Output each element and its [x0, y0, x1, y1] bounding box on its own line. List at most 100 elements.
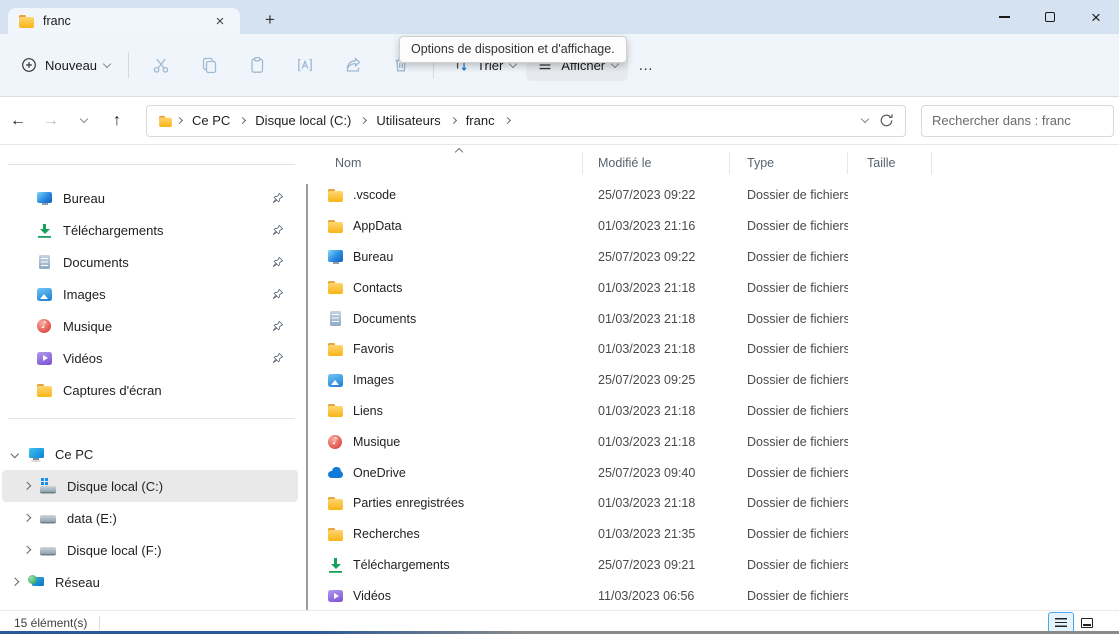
- up-button[interactable]: ↑: [102, 106, 132, 136]
- minimize-button[interactable]: [981, 0, 1027, 34]
- recent-locations-button[interactable]: [69, 106, 99, 136]
- file-name: Vidéos: [353, 589, 391, 603]
- table-row[interactable]: AppData 01/03/2023 21:16 Dossier de fich…: [309, 211, 1119, 242]
- file-name-cell: Images: [309, 372, 583, 388]
- sidebar-item-icon: [36, 382, 53, 398]
- tab-franc[interactable]: franc ×: [8, 8, 240, 34]
- breadcrumb-item[interactable]: Disque local (C:): [248, 109, 358, 132]
- search-input[interactable]: [932, 113, 1108, 128]
- rename-button[interactable]: [288, 48, 322, 82]
- file-name: .vscode: [353, 188, 396, 202]
- copy-button[interactable]: [192, 48, 226, 82]
- file-type: Dossier de fichiers: [730, 589, 848, 603]
- chevron-right-icon: [176, 117, 183, 124]
- sidebar-item-label: Captures d'écran: [63, 383, 298, 398]
- column-header-modified[interactable]: Modifié le: [583, 152, 730, 174]
- sidebar-item[interactable]: Captures d'écran: [2, 374, 298, 406]
- address-dropdown-icon[interactable]: [861, 115, 869, 123]
- chevron-right-icon[interactable]: [14, 483, 40, 489]
- sidebar-item-label: Musique: [63, 319, 271, 334]
- chevron-right-icon[interactable]: [239, 117, 246, 124]
- address-bar[interactable]: Ce PC Disque local (C:) Utilisateurs fra…: [146, 105, 906, 137]
- table-row[interactable]: Parties enregistrées 01/03/2023 21:18 Do…: [309, 488, 1119, 519]
- file-name-cell: Bureau: [309, 249, 583, 265]
- pane-splitter[interactable]: [306, 184, 308, 610]
- maximize-button[interactable]: [1027, 0, 1073, 34]
- refresh-icon[interactable]: [878, 112, 895, 129]
- sidebar-item-drive[interactable]: Disque local (C:): [2, 470, 298, 502]
- quick-access-list: Bureau Téléchargements Documents: [0, 182, 300, 406]
- file-type: Dossier de fichiers: [730, 250, 848, 264]
- sidebar-item[interactable]: Musique: [2, 310, 298, 342]
- forward-button[interactable]: →: [36, 106, 66, 136]
- column-header-name[interactable]: Nom: [309, 152, 583, 174]
- column-header-type[interactable]: Type: [730, 152, 848, 174]
- large-icons-view-button[interactable]: [1075, 613, 1099, 633]
- sidebar-item-drive[interactable]: data (E:): [2, 502, 298, 534]
- address-row: ← → ↑ Ce PC Disque local (C:) Utilisateu…: [0, 97, 1119, 145]
- sidebar-item-network[interactable]: Réseau: [2, 566, 298, 598]
- table-row[interactable]: Musique 01/03/2023 21:18 Dossier de fich…: [309, 426, 1119, 457]
- file-name: AppData: [353, 219, 402, 233]
- breadcrumb-item[interactable]: Utilisateurs: [369, 109, 447, 132]
- table-row[interactable]: Liens 01/03/2023 21:18 Dossier de fichie…: [309, 396, 1119, 427]
- sidebar-item-drive[interactable]: Disque local (F:): [2, 534, 298, 566]
- table-row[interactable]: Recherches 01/03/2023 21:35 Dossier de f…: [309, 519, 1119, 550]
- column-header-size[interactable]: Taille: [848, 152, 932, 174]
- sidebar-item-label: Ce PC: [55, 447, 93, 462]
- file-icon: [327, 187, 344, 203]
- file-rows: .vscode 25/07/2023 09:22 Dossier de fich…: [309, 180, 1119, 610]
- new-tab-button[interactable]: +: [256, 8, 284, 32]
- chevron-right-icon[interactable]: [2, 579, 28, 585]
- file-name: Liens: [353, 404, 383, 418]
- chevron-right-icon[interactable]: [14, 547, 40, 553]
- sidebar-item[interactable]: Vidéos: [2, 342, 298, 374]
- table-row[interactable]: Documents 01/03/2023 21:18 Dossier de fi…: [309, 303, 1119, 334]
- breadcrumb-item[interactable]: Ce PC: [185, 109, 237, 132]
- chevron-right-icon[interactable]: [360, 117, 367, 124]
- view-toggle-buttons: [1049, 613, 1099, 633]
- sidebar-item[interactable]: Documents: [2, 246, 298, 278]
- table-row[interactable]: Vidéos 11/03/2023 06:56 Dossier de fichi…: [309, 580, 1119, 610]
- file-type: Dossier de fichiers: [730, 342, 848, 356]
- search-box[interactable]: [921, 105, 1114, 137]
- share-button[interactable]: [336, 48, 370, 82]
- folder-icon: [158, 114, 172, 128]
- details-view-button[interactable]: [1049, 613, 1073, 633]
- new-button[interactable]: Nouveau: [10, 49, 120, 81]
- tab-close-icon[interactable]: ×: [210, 11, 230, 31]
- table-row[interactable]: Favoris 01/03/2023 21:18 Dossier de fich…: [309, 334, 1119, 365]
- chevron-down-icon[interactable]: [2, 451, 28, 457]
- sidebar-item[interactable]: Téléchargements: [2, 214, 298, 246]
- address-bar-actions: [862, 112, 899, 129]
- drive-icon: [40, 478, 57, 494]
- sidebar-item[interactable]: Images: [2, 278, 298, 310]
- file-name-cell: Recherches: [309, 526, 583, 542]
- status-divider: [99, 616, 100, 630]
- table-row[interactable]: Images 25/07/2023 09:25 Dossier de fichi…: [309, 365, 1119, 396]
- close-button[interactable]: ×: [1073, 0, 1119, 34]
- paste-button[interactable]: [240, 48, 274, 82]
- file-name-cell: Musique: [309, 434, 583, 450]
- file-name-cell: Vidéos: [309, 588, 583, 604]
- sidebar-item-ce-pc[interactable]: Ce PC: [2, 438, 298, 470]
- rename-icon: [295, 55, 315, 75]
- cut-button[interactable]: [144, 48, 178, 82]
- file-type: Dossier de fichiers: [730, 373, 848, 387]
- chevron-right-icon[interactable]: [14, 515, 40, 521]
- table-row[interactable]: OneDrive 25/07/2023 09:40 Dossier de fic…: [309, 457, 1119, 488]
- sidebar-item[interactable]: Bureau: [2, 182, 298, 214]
- breadcrumb-item[interactable]: franc: [459, 109, 502, 132]
- more-options-button[interactable]: …: [628, 57, 664, 74]
- chevron-right-icon[interactable]: [504, 117, 511, 124]
- file-type: Dossier de fichiers: [730, 527, 848, 541]
- chevron-right-icon[interactable]: [450, 117, 457, 124]
- table-row[interactable]: Contacts 01/03/2023 21:18 Dossier de fic…: [309, 272, 1119, 303]
- table-row[interactable]: .vscode 25/07/2023 09:22 Dossier de fich…: [309, 180, 1119, 211]
- table-row[interactable]: Téléchargements 25/07/2023 09:21 Dossier…: [309, 550, 1119, 581]
- back-button[interactable]: ←: [3, 106, 33, 136]
- file-icon: [327, 218, 344, 234]
- table-row[interactable]: Bureau 25/07/2023 09:22 Dossier de fichi…: [309, 242, 1119, 273]
- file-modified: 25/07/2023 09:22: [583, 188, 730, 202]
- file-type: Dossier de fichiers: [730, 435, 848, 449]
